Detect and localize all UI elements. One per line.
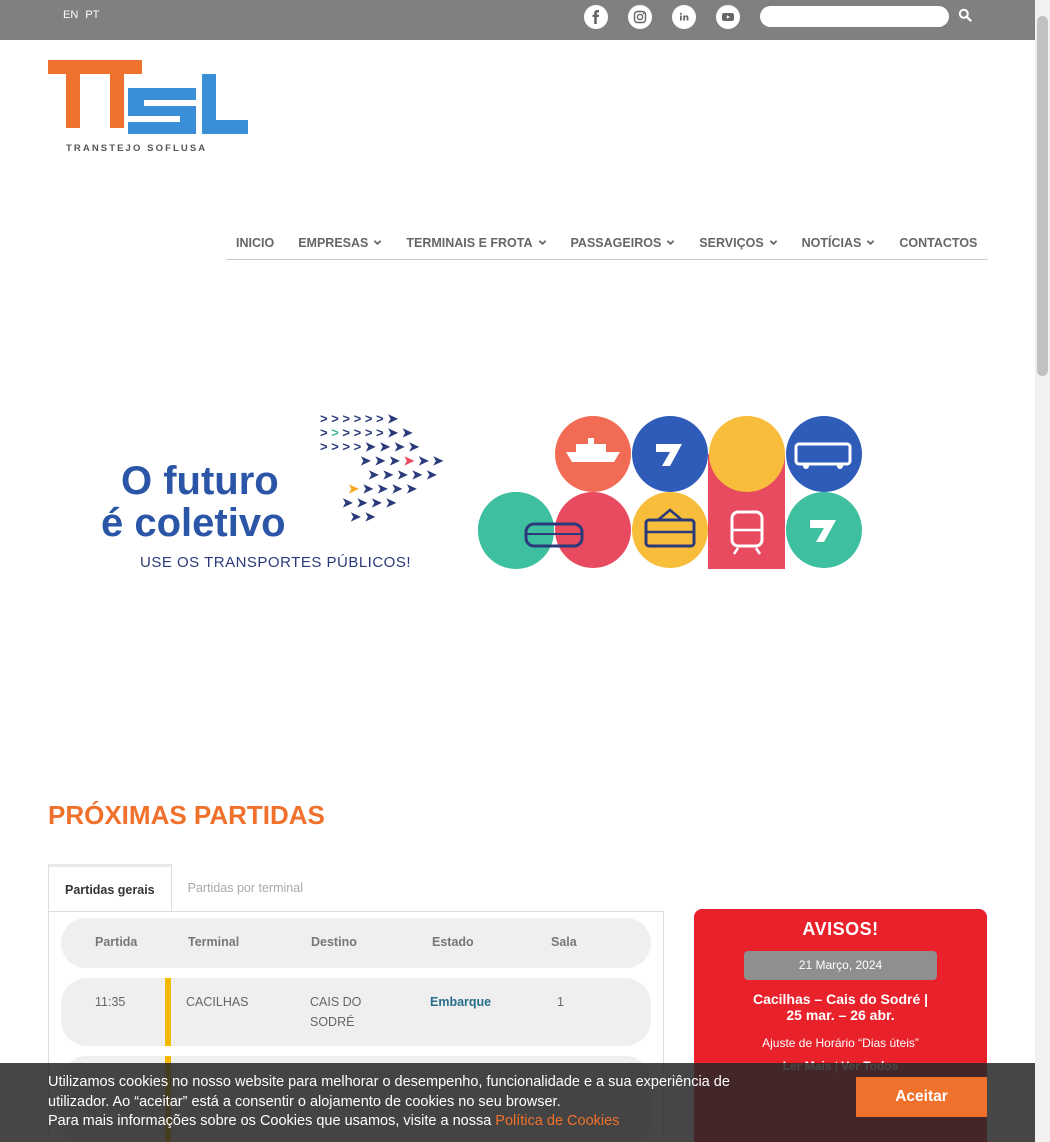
tab-departures-by-terminal[interactable]: Partidas por terminal [172, 864, 319, 912]
tab-general-departures[interactable]: Partidas gerais [48, 864, 172, 912]
hero-headline: O futuro é coletivo [101, 460, 286, 544]
notice-date: 21 Março, 2024 [744, 951, 937, 980]
destination-line1: CAIS DO [310, 995, 362, 1009]
language-pt[interactable]: PT [85, 9, 99, 21]
cookie-text-line1: Utilizamos cookies no nosso website para… [48, 1074, 730, 1090]
cookie-message: Utilizamos cookies no nosso website para… [48, 1073, 818, 1132]
language-switcher: EN PT [63, 9, 103, 21]
nav-noticias[interactable]: NOTÍCIAS [802, 236, 876, 250]
instagram-icon[interactable] [628, 5, 652, 29]
chevron-down-icon [666, 240, 675, 246]
cookie-text-line3: Para mais informações sobre os Cookies q… [48, 1113, 496, 1129]
column-header: Terminal [188, 935, 240, 949]
column-header: Partida [95, 935, 138, 949]
notice-body: Ajuste de Horário “Dias úteis” [762, 1036, 919, 1050]
scrollbar-thumb[interactable] [1037, 16, 1048, 376]
accept-cookies-button[interactable]: Aceitar [856, 1077, 987, 1117]
departures-table-header: Partida Terminal Destino Estado Sala [61, 918, 651, 968]
notices-title: AVISOS! [802, 919, 879, 939]
svg-text:> > > > > > ➤: > > > > > > ➤ [320, 411, 398, 426]
cookie-policy-link[interactable]: Política de Cookies [495, 1113, 619, 1129]
nav-empresas[interactable]: EMPRESAS [298, 236, 382, 250]
departure-destination: CAIS DO SODRÉ [310, 992, 361, 1032]
cookie-banner: Utilizamos cookies no nosso website para… [0, 1063, 1035, 1142]
line-color-bar [165, 978, 171, 1046]
nav-servicos[interactable]: SERVIÇOS [699, 236, 777, 250]
nav-contactos[interactable]: CONTACTOS [899, 236, 977, 250]
site-logo[interactable] [48, 60, 248, 155]
notice-headline-line1: Cacilhas – Cais do Sodré | [752, 991, 929, 1007]
departures-tabs: Partidas gerais Partidas por terminal [48, 864, 319, 912]
svg-text:> > > > ➤ ➤ ➤ ➤: > > > > ➤ ➤ ➤ ➤ [320, 439, 419, 454]
chevron-down-icon [769, 240, 777, 246]
top-bar: EN PT [0, 0, 1035, 40]
column-header: Sala [551, 935, 577, 949]
notice-headline-line2: 25 mar. – 26 abr. [786, 1007, 895, 1023]
departure-time: 11:35 [95, 995, 126, 1009]
column-header: Destino [311, 935, 357, 949]
transport-icons-graphic [478, 416, 862, 569]
table-row[interactable]: 11:35 CACILHAS CAIS DO SODRÉ Embarque 1 [61, 978, 651, 1046]
svg-text:➤ ➤ ➤ ➤ ➤: ➤ ➤ ➤ ➤ ➤ [368, 467, 437, 482]
departure-room: 1 [557, 995, 564, 1009]
svg-text:> > > > > > ➤ ➤: > > > > > > ➤ ➤ [320, 425, 413, 440]
departure-status: Embarque [430, 995, 492, 1009]
nav-inicio[interactable]: INICIO [236, 236, 274, 250]
hero-tagline: USE OS TRANSPORTES PÚBLICOS! [140, 554, 412, 571]
chevron-down-icon [538, 240, 546, 246]
notice-headline[interactable]: Cacilhas – Cais do Sodré | 25 mar. – 26 … [694, 991, 987, 1023]
linkedin-icon[interactable] [672, 5, 696, 29]
departures-title: PRÓXIMAS PARTIDAS [48, 800, 325, 830]
facebook-icon[interactable] [584, 5, 608, 29]
hero-headline-line1: O futuro [121, 459, 279, 503]
cookie-text-line2: utilizador. Ao “aceitar” está a consenti… [48, 1093, 561, 1110]
language-en[interactable]: EN [63, 9, 78, 21]
hero-headline-line2: é coletivo [101, 501, 286, 545]
svg-text:➤ ➤ ➤ ➤: ➤ ➤ ➤ ➤ [342, 495, 397, 510]
search-icon[interactable] [958, 8, 972, 22]
svg-text:➤ ➤: ➤ ➤ [350, 509, 376, 524]
column-header: Estado [432, 935, 474, 949]
destination-line2: SODRÉ [310, 1015, 355, 1029]
svg-text:➤ ➤ ➤ ➤ ➤ ➤: ➤ ➤ ➤ ➤ ➤ ➤ [360, 453, 444, 468]
chevron-down-icon [867, 240, 875, 246]
svg-text:➤ ➤ ➤ ➤ ➤: ➤ ➤ ➤ ➤ ➤ [348, 481, 417, 496]
nav-passageiros[interactable]: PASSAGEIROS [571, 236, 676, 250]
departure-terminal: CACILHAS [186, 995, 249, 1009]
youtube-icon[interactable] [716, 5, 740, 29]
logo-subtitle: TRANSTEJO SOFLUSA [66, 143, 208, 154]
arrow-flock-graphic: > > > > > > ➤ > > > > > > ➤ ➤ > > > > ➤ … [320, 411, 444, 524]
search-input[interactable] [760, 6, 949, 27]
nav-terminais-frota[interactable]: TERMINAIS E FROTA [406, 236, 546, 250]
main-navigation: INICIO EMPRESAS TERMINAIS E FROTA PASSAG… [226, 226, 988, 260]
chevron-down-icon [374, 240, 382, 246]
